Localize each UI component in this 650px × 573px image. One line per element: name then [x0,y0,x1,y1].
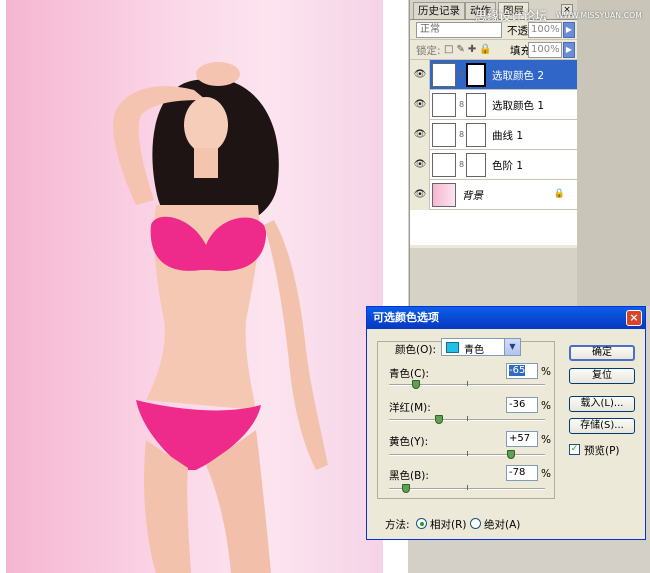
layer-name: 选取颜色 1 [492,100,545,112]
visibility-toggle[interactable]: 👁 [410,90,430,120]
cyan-input[interactable]: -65 [506,363,538,379]
slider-center-tick [467,416,468,421]
visibility-toggle[interactable]: 👁 [410,150,430,180]
color-select-value: 青色 [464,345,484,356]
eye-icon: 👁 [413,189,427,200]
cyan-label: 青色(C): [389,368,430,380]
preview-checkbox[interactable]: ✓ [569,444,580,455]
layer-row[interactable]: 👁 8 曲线 1 [410,120,577,150]
relative-label: 相对(R) [430,519,467,531]
layer-row[interactable]: 👁 8 选取颜色 1 [410,90,577,120]
blend-mode-select[interactable]: 正常 [416,22,502,38]
workspace-background [577,0,650,306]
magenta-label: 洋红(M): [389,402,431,414]
slider-center-tick [467,451,468,456]
layer-name: 色阶 1 [492,160,524,172]
percent-sign: % [541,434,551,446]
yellow-input[interactable]: +57 [506,431,538,447]
lock-options-icon[interactable]: □✎✚🔒 [444,44,495,55]
visibility-toggle[interactable]: 👁 [410,60,430,90]
preview-label: 预览(P) [584,445,620,457]
percent-sign: % [541,400,551,412]
save-button[interactable]: 存储(S)... [569,418,635,434]
selective-color-dialog: 可选颜色选项 × 颜色(O): 青色 ▼ 青色(C): -65 % 洋红(M):… [366,306,646,540]
lock-label: 锁定: [416,45,441,57]
absolute-radio[interactable] [470,518,481,529]
levels-thumbnail-icon [432,153,456,177]
layer-row[interactable]: 👁 8 选取颜色 2 [410,60,577,90]
layer-mask-thumbnail[interactable] [466,93,486,117]
eye-icon: 👁 [413,69,427,80]
method-label: 方法: [385,519,410,531]
link-icon: 8 [459,130,465,139]
link-icon: 8 [459,70,465,79]
background-thumbnail [432,183,456,207]
document-canvas[interactable] [0,0,408,573]
magenta-slider[interactable] [389,415,545,424]
chevron-down-icon[interactable]: ▼ [504,339,520,355]
adjustment-thumbnail-icon [432,93,456,117]
layers-panel: 历史记录 动作 图层 × 正常 不透明度: 100% ▶ 锁定: □✎✚🔒 填充… [409,0,578,306]
tab-history[interactable]: 历史记录 [413,2,465,19]
watermark-url: WWW.MISSYUAN.COM [556,11,642,20]
color-swatch [446,342,459,353]
layer-list: 👁 8 选取颜色 2 👁 8 选取颜色 1 👁 8 曲线 1 👁 8 色阶 1 [410,60,577,245]
eye-icon: 👁 [413,159,427,170]
link-icon: 8 [459,160,465,169]
opacity-arrow-icon[interactable]: ▶ [563,22,575,38]
fill-input[interactable]: 100% [528,42,562,58]
layer-mask-thumbnail[interactable] [466,123,486,147]
percent-sign: % [541,468,551,480]
panel-empty-area [410,248,578,306]
relative-radio[interactable] [416,518,427,529]
layer-row[interactable]: 👁 背景 🔒 [410,180,577,210]
eye-icon: 👁 [413,129,427,140]
curves-thumbnail-icon [432,123,456,147]
percent-sign: % [541,366,551,378]
layer-mask-thumbnail[interactable] [466,63,486,87]
yellow-label: 黄色(Y): [389,436,429,448]
eye-icon: 👁 [413,99,427,110]
watermark-text: 思缘设计论坛 [475,9,548,23]
color-label: 颜色(O): [395,344,436,356]
adjustment-thumbnail-icon [432,63,456,87]
cyan-slider[interactable] [389,380,545,389]
magenta-input[interactable]: -36 [506,397,538,413]
close-icon[interactable]: × [626,310,642,326]
layer-name: 选取颜色 2 [492,70,545,82]
absolute-label: 绝对(A) [484,519,521,531]
photo-image [6,0,383,573]
layer-row[interactable]: 👁 8 色阶 1 [410,150,577,180]
dialog-title[interactable]: 可选颜色选项 [367,307,645,329]
black-slider[interactable] [389,484,545,493]
fill-arrow-icon[interactable]: ▶ [563,42,575,58]
black-label: 黑色(B): [389,470,429,482]
lock-icon: 🔒 [553,189,565,199]
yellow-slider[interactable] [389,450,545,459]
load-button[interactable]: 载入(L)... [569,396,635,412]
reset-button[interactable]: 复位 [569,368,635,384]
lock-row: 锁定: □✎✚🔒 填充: 100% ▶ [410,40,577,60]
opacity-input[interactable]: 100% [528,22,562,38]
visibility-toggle[interactable]: 👁 [410,120,430,150]
black-input[interactable]: -78 [506,465,538,481]
color-select[interactable]: 青色 ▼ [441,338,521,356]
slider-center-tick [467,485,468,490]
layer-mask-thumbnail[interactable] [466,153,486,177]
link-icon: 8 [459,100,465,109]
slider-thumb[interactable] [402,484,411,493]
ok-button[interactable]: 确定 [569,345,635,361]
visibility-toggle[interactable]: 👁 [410,180,430,210]
layer-name: 背景 [462,190,483,202]
layer-name: 曲线 1 [492,130,524,142]
slider-center-tick [467,381,468,386]
model-illustration [113,62,328,573]
slider-thumb[interactable] [434,415,443,424]
